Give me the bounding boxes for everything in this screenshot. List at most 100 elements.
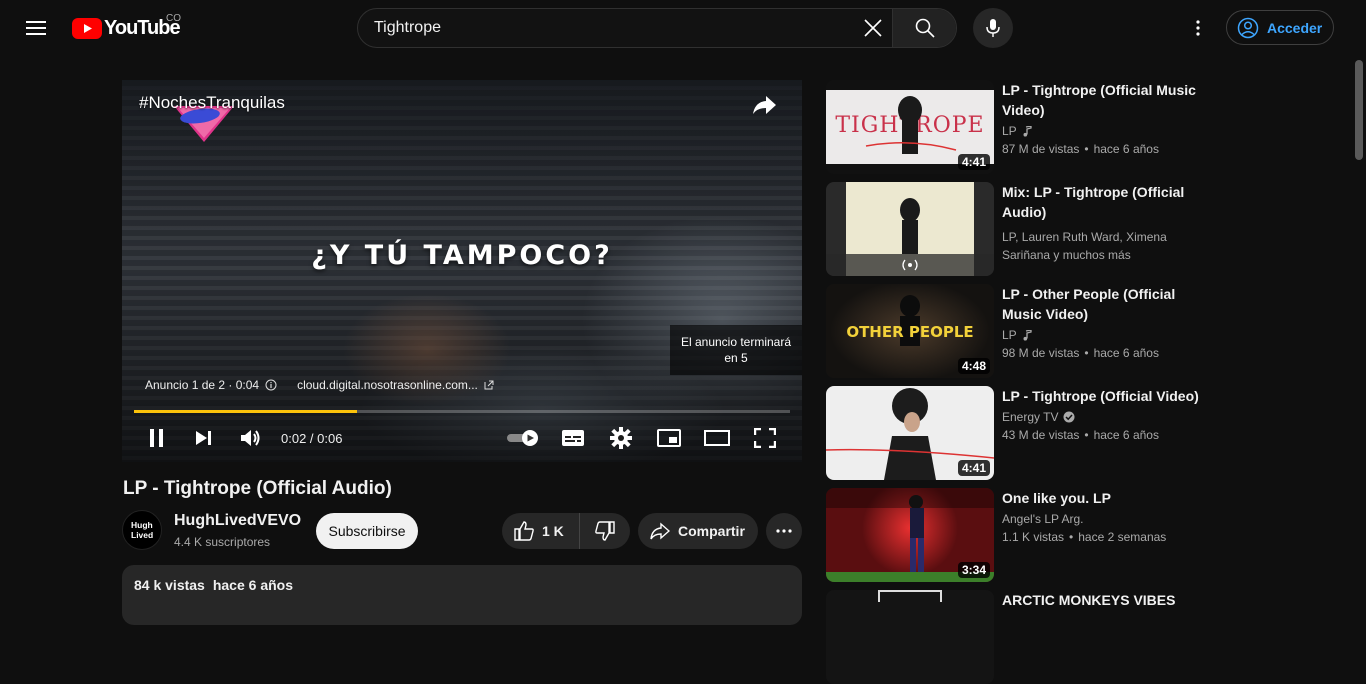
music-note-icon xyxy=(1023,329,1032,340)
related-channel-name: LP xyxy=(1002,328,1017,342)
mix-artists: LP, Lauren Ruth Ward, Ximena Sariñana y … xyxy=(1002,230,1167,262)
related-video-title[interactable]: ARCTIC MONKEYS VIBES xyxy=(1002,590,1202,610)
subscribe-button[interactable]: Subscribirse xyxy=(316,513,418,549)
related-video-title[interactable]: LP - Other People (Official Music Video) xyxy=(1002,284,1202,324)
thumbnail-text: OTHER PEOPLE xyxy=(846,323,973,341)
ad-url-link[interactable]: cloud.digital.nosotrasonline.com... xyxy=(297,378,478,392)
mix-thumbnail[interactable] xyxy=(826,182,994,276)
related-video-item[interactable]: 4:41 LP - Tightrope (Official Video) Ene… xyxy=(826,386,1206,480)
like-count: 1 K xyxy=(542,523,564,539)
scrollbar-thumb[interactable] xyxy=(1355,60,1363,160)
related-age: hace 6 años xyxy=(1093,428,1159,442)
video-thumbnail[interactable] xyxy=(826,590,994,684)
related-views: 98 M de vistas xyxy=(1002,346,1080,360)
ad-info: Anuncio 1 de 2 · 0:04 cloud.digital.noso… xyxy=(145,378,494,392)
search-input[interactable] xyxy=(358,9,854,47)
related-video-title[interactable]: One like you. LP xyxy=(1002,488,1202,508)
time-display: 0:02 / 0:06 xyxy=(281,431,343,446)
related-channel-name: Angel's LP Arg. xyxy=(1002,512,1084,526)
mute-button[interactable] xyxy=(237,424,265,452)
subtitles-button[interactable] xyxy=(559,424,587,452)
player-controls: 0:02 / 0:06 xyxy=(122,420,802,456)
share-icon xyxy=(650,522,670,540)
related-channel-name: LP xyxy=(1002,124,1017,138)
ad-label: Anuncio 1 de 2 · 0:04 xyxy=(145,378,260,392)
video-thumbnail[interactable]: OTHER PEOPLE 4:48 xyxy=(826,284,994,378)
related-meta: 98 M de vistas • hace 6 años xyxy=(1002,346,1159,360)
share-arrow-icon[interactable] xyxy=(752,94,778,116)
like-dislike-group: 1 K xyxy=(502,513,630,549)
search-button[interactable] xyxy=(892,9,956,47)
voice-search-button[interactable] xyxy=(973,8,1013,48)
theater-mode-button[interactable] xyxy=(703,424,731,452)
settings-menu-button[interactable] xyxy=(1182,12,1214,44)
search-icon xyxy=(915,18,935,38)
related-mix-item[interactable]: Mix: LP - Tightrope (Official Audio) LP,… xyxy=(826,182,1206,276)
related-age: hace 2 semanas xyxy=(1078,530,1167,544)
sign-in-button[interactable]: Acceder xyxy=(1226,10,1334,45)
more-actions-button[interactable] xyxy=(766,513,802,549)
fullscreen-button[interactable] xyxy=(751,424,779,452)
skip-next-icon xyxy=(196,431,211,445)
theater-mode-icon xyxy=(704,430,730,446)
microphone-icon xyxy=(986,19,1000,37)
related-meta: 1.1 K vistas • hace 2 semanas xyxy=(1002,530,1167,544)
related-video-item[interactable]: 3:34 One like you. LP Angel's LP Arg. 1.… xyxy=(826,488,1206,582)
guide-menu-button[interactable] xyxy=(20,12,52,44)
share-button[interactable]: Compartir xyxy=(638,513,758,549)
related-video-title[interactable]: LP - Tightrope (Official Music Video) xyxy=(1002,80,1202,120)
music-note-icon xyxy=(1023,125,1032,136)
info-icon[interactable] xyxy=(265,379,277,391)
description-box[interactable]: 84 k vistas hace 6 años xyxy=(122,565,802,625)
related-views: 87 M de vistas xyxy=(1002,142,1080,156)
country-code: CO xyxy=(166,13,181,24)
external-link-icon[interactable] xyxy=(484,380,494,390)
pause-button[interactable] xyxy=(143,424,171,452)
search-box xyxy=(357,8,957,48)
related-channel[interactable]: Energy TV xyxy=(1002,410,1075,424)
autoplay-toggle[interactable] xyxy=(506,424,542,452)
page-scrollbar[interactable] xyxy=(1352,56,1366,598)
progress-fill xyxy=(134,410,358,413)
youtube-logo[interactable]: YouTube xyxy=(72,16,181,40)
related-meta: 87 M de vistas • hace 6 años xyxy=(1002,142,1159,156)
related-video-title[interactable]: Mix: LP - Tightrope (Official Audio) xyxy=(1002,182,1202,222)
video-title: LP - Tightrope (Official Audio) xyxy=(123,478,392,499)
duration-badge: 4:41 xyxy=(957,154,990,170)
subscriber-count: 4.4 K suscriptores xyxy=(174,535,271,549)
video-thumbnail[interactable]: TIGHTROPE 4:41 xyxy=(826,80,994,174)
related-channel-name: Energy TV xyxy=(1002,410,1059,424)
like-button[interactable]: 1 K xyxy=(502,513,580,549)
related-video-item[interactable]: ARCTIC MONKEYS VIBES xyxy=(826,590,1206,684)
related-channel[interactable]: LP xyxy=(1002,124,1032,138)
progress-bar[interactable] xyxy=(134,410,790,413)
top-bar: YouTube CO Acceder xyxy=(0,0,1366,56)
close-icon xyxy=(864,19,882,37)
related-views: 1.1 K vistas xyxy=(1002,530,1065,544)
miniplayer-button[interactable] xyxy=(655,424,683,452)
more-horizontal-icon xyxy=(776,529,792,533)
video-player[interactable]: #NochesTranquilas ¿Y TÚ TAMPOCO? El anun… xyxy=(122,80,802,462)
sign-in-label: Acceder xyxy=(1267,19,1323,36)
related-video-title[interactable]: LP - Tightrope (Official Video) xyxy=(1002,386,1202,406)
related-video-item[interactable]: OTHER PEOPLE 4:48 LP - Other People (Off… xyxy=(826,284,1206,378)
related-meta: 43 M de vistas • hace 6 años xyxy=(1002,428,1159,442)
channel-name[interactable]: HughLivedVEVO xyxy=(174,512,301,530)
related-channel[interactable]: LP xyxy=(1002,328,1032,342)
video-thumbnail[interactable]: 3:34 xyxy=(826,488,994,582)
ad-ending-countdown: en 5 xyxy=(724,351,748,365)
subtitles-icon xyxy=(562,430,584,446)
video-thumbnail[interactable]: 4:41 xyxy=(826,386,994,480)
clear-search-button[interactable] xyxy=(854,9,892,47)
related-views: 43 M de vistas xyxy=(1002,428,1080,442)
related-channel[interactable]: Angel's LP Arg. xyxy=(1002,512,1083,526)
next-button[interactable] xyxy=(190,424,218,452)
ad-ending-text: El anuncio terminará xyxy=(680,335,792,349)
dislike-button[interactable] xyxy=(580,513,630,549)
related-video-item[interactable]: TIGHTROPE 4:41 LP - Tightrope (Official … xyxy=(826,80,1206,174)
settings-button[interactable] xyxy=(607,424,635,452)
view-count: 84 k vistas xyxy=(134,577,205,593)
channel-avatar[interactable]: Hugh Lived xyxy=(122,510,162,550)
volume-icon xyxy=(241,430,260,446)
ad-headline: ¿Y TÚ TAMPOCO? xyxy=(311,240,613,271)
